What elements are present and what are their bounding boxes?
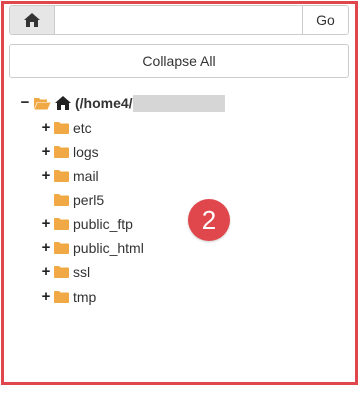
folder-label[interactable]: public_ftp [73, 216, 133, 232]
tree-item: + mail [40, 166, 99, 186]
tree-item: perl5 [40, 190, 104, 210]
folder-icon [54, 242, 69, 254]
folder-icon [54, 122, 69, 134]
annotation-badge: 2 [188, 199, 230, 241]
collapse-toggle[interactable]: − [19, 93, 31, 113]
folder-label[interactable]: public_html [73, 240, 144, 256]
tree-item: + etc [40, 118, 92, 138]
folder-label[interactable]: etc [73, 120, 92, 136]
expand-toggle[interactable]: + [40, 142, 52, 162]
folder-icon [54, 194, 69, 206]
folder-icon [54, 218, 69, 230]
expand-toggle[interactable]: + [40, 214, 52, 234]
folder-icon [54, 291, 69, 303]
folder-label[interactable]: tmp [73, 289, 96, 305]
home-icon [24, 13, 40, 27]
home-button[interactable] [10, 6, 55, 34]
expand-toggle[interactable]: + [40, 118, 52, 138]
home-icon [55, 96, 71, 110]
path-input[interactable] [55, 6, 302, 34]
folder-label[interactable]: logs [73, 144, 99, 160]
tree-item: + tmp [40, 287, 97, 307]
root-label[interactable]: (/home4/ [75, 95, 133, 111]
redacted-path [132, 94, 225, 112]
folder-icon [54, 146, 69, 158]
folder-label[interactable]: mail [73, 168, 99, 184]
expand-toggle[interactable]: + [40, 287, 52, 307]
tree-item: + public_html [40, 238, 144, 258]
folder-icon [54, 170, 69, 182]
folder-label[interactable]: ssl [73, 264, 90, 280]
expand-toggle[interactable]: + [40, 238, 52, 258]
path-bar: Go [9, 5, 349, 35]
tree-item: + public_ftp [40, 214, 133, 234]
expand-toggle[interactable]: + [40, 262, 52, 282]
open-folder-icon [33, 97, 51, 110]
folder-icon [54, 266, 69, 278]
folder-label[interactable]: perl5 [73, 192, 104, 208]
go-button[interactable]: Go [302, 6, 348, 34]
expand-toggle[interactable]: + [40, 166, 52, 186]
tree-item: + ssl [40, 262, 91, 282]
tree-root: − (/home4/ [19, 93, 225, 113]
collapse-all-button[interactable]: Collapse All [9, 44, 349, 78]
tree-item: + logs [40, 142, 99, 162]
